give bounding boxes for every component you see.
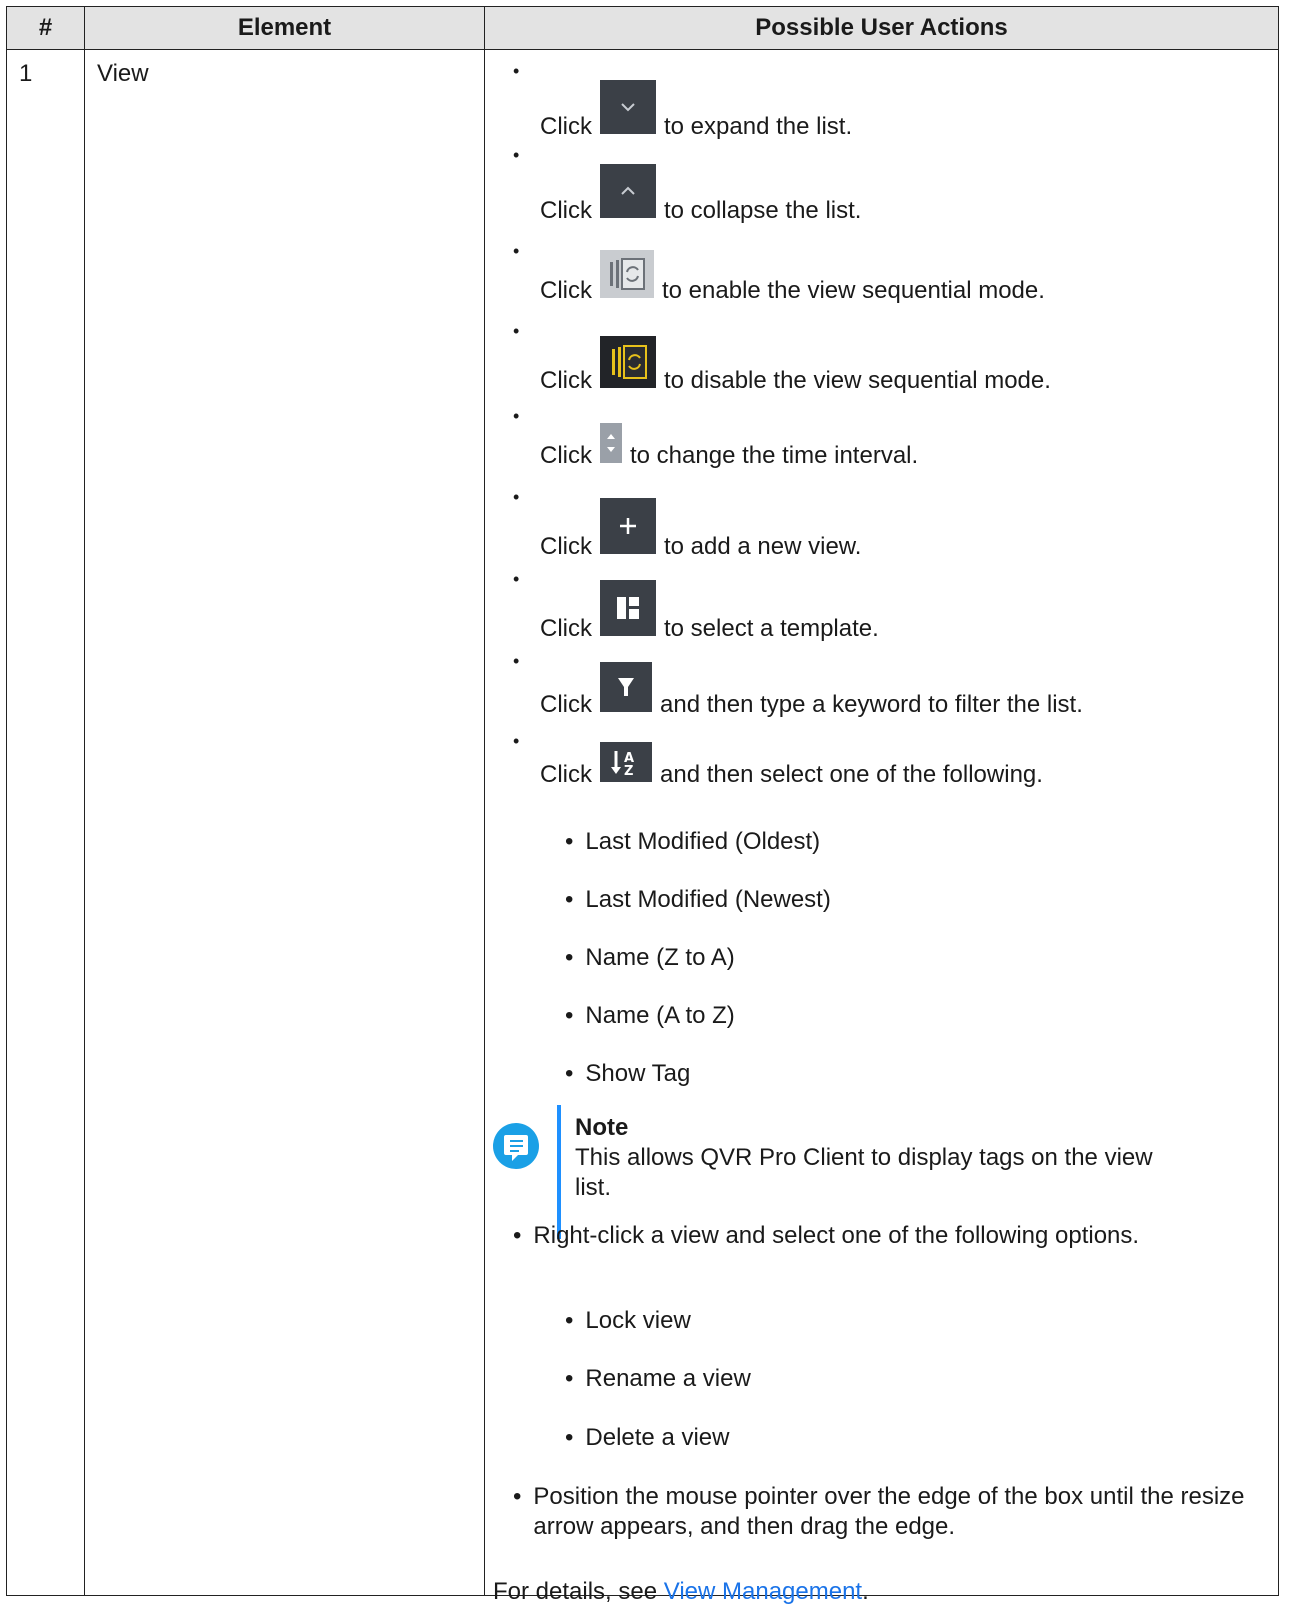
sort-option: • Show Tag [565,1060,690,1088]
bullet: • [565,944,574,971]
bullet: • [513,651,520,671]
footer-prefix: For details, see [493,1578,664,1605]
list-item: • Right-click a view and select one of th… [513,1222,1139,1250]
click-label: Click [540,533,592,560]
chevron-up-icon [600,164,656,225]
sort-option: • Last Modified (Newest) [565,886,831,914]
bullet: • [565,1365,574,1392]
click-label: Click [540,197,592,224]
sort-option: • Last Modified (Oldest) [565,828,820,856]
context-option-label: Rename a view [585,1365,751,1392]
sort-option-label: Show Tag [585,1060,691,1087]
sequential-mode-active-icon [600,336,656,395]
list-item: • Position the mouse pointer over the ed… [513,1482,1253,1542]
sort-option: • Name (Z to A) [565,944,735,972]
row-element: View [84,49,485,1596]
action-text: and then select one of the following. [660,761,1043,788]
context-option: • Lock view [565,1307,691,1335]
bullet: • [565,1002,574,1029]
chevron-down-icon [600,80,656,141]
sort-option-label: Name (A to Z) [585,1002,735,1029]
action-text: to select a template. [664,615,879,642]
bullet: • [565,1307,574,1334]
bullet: • [565,828,574,855]
note-icon [493,1123,539,1169]
bullet: • [513,1483,522,1510]
actions-table: # Element Possible User Actions 1 View •… [6,6,1279,1605]
header-element: Element [84,6,485,50]
bullet: • [513,406,520,426]
context-option-label: Delete a view [585,1424,730,1451]
bullet: • [513,61,520,81]
view-management-link[interactable]: View Management [664,1578,862,1605]
bullet: • [513,241,520,261]
action-text: to enable the view sequential mode. [662,277,1045,304]
click-label: Click [540,277,592,304]
template-icon [600,580,656,643]
filter-icon [600,662,652,719]
bullet: • [513,487,520,507]
table-header-row: # Element Possible User Actions [6,6,1279,50]
action-text: to add a new view. [664,533,862,560]
row-number: 1 [6,49,85,1596]
right-click-text: Right-click a view and select one of the… [533,1222,1140,1249]
table-row: 1 View • Click to expand the list. • Cli… [6,49,1279,1605]
sort-option-label: Name (Z to A) [585,944,735,971]
click-label: Click [540,615,592,642]
context-option: • Rename a view [565,1365,751,1393]
sort-option-label: Last Modified (Newest) [585,886,831,913]
stepper-icon [600,423,622,470]
sequential-mode-icon [600,250,654,305]
actions-cell: • Click to expand the list. • Click to c [484,49,1279,1605]
action-text: to change the time interval. [630,442,919,469]
action-text: to expand the list. [664,113,853,140]
action-text: to collapse the list. [664,197,862,224]
resize-text: Position the mouse pointer over the edge… [533,1483,1245,1540]
click-label: Click [540,761,592,788]
svg-text:Z: Z [624,764,633,779]
sort-option-label: Last Modified (Oldest) [585,828,821,855]
sort-icon: AZ [600,742,652,789]
bullet: • [513,145,520,165]
click-label: Click [540,367,592,394]
context-option-label: Lock view [585,1307,691,1334]
note-accent-bar [557,1105,561,1239]
bullet: • [513,731,520,751]
bullet: • [513,1222,522,1249]
click-label: Click [540,691,592,718]
header-number: # [6,6,85,50]
context-option: • Delete a view [565,1424,729,1452]
bullet: • [513,569,520,589]
bullet: • [565,886,574,913]
bullet: • [565,1424,574,1451]
plus-icon [600,498,656,561]
bullet: • [513,321,520,341]
header-actions: Possible User Actions [484,6,1279,50]
sort-option: • Name (A to Z) [565,1002,735,1030]
details-footer: For details, see View Management. [493,1578,869,1606]
footer-suffix: . [862,1578,869,1605]
action-text: to disable the view sequential mode. [664,367,1051,394]
click-label: Click [540,442,592,469]
note-box: Note This allows QVR Pro Client to displ… [575,1113,1195,1203]
bullet: • [565,1060,574,1087]
note-title: Note [575,1114,629,1141]
click-label: Click [540,113,592,140]
note-text: This allows QVR Pro Client to display ta… [575,1144,1153,1201]
action-text: and then type a keyword to filter the li… [660,691,1083,718]
